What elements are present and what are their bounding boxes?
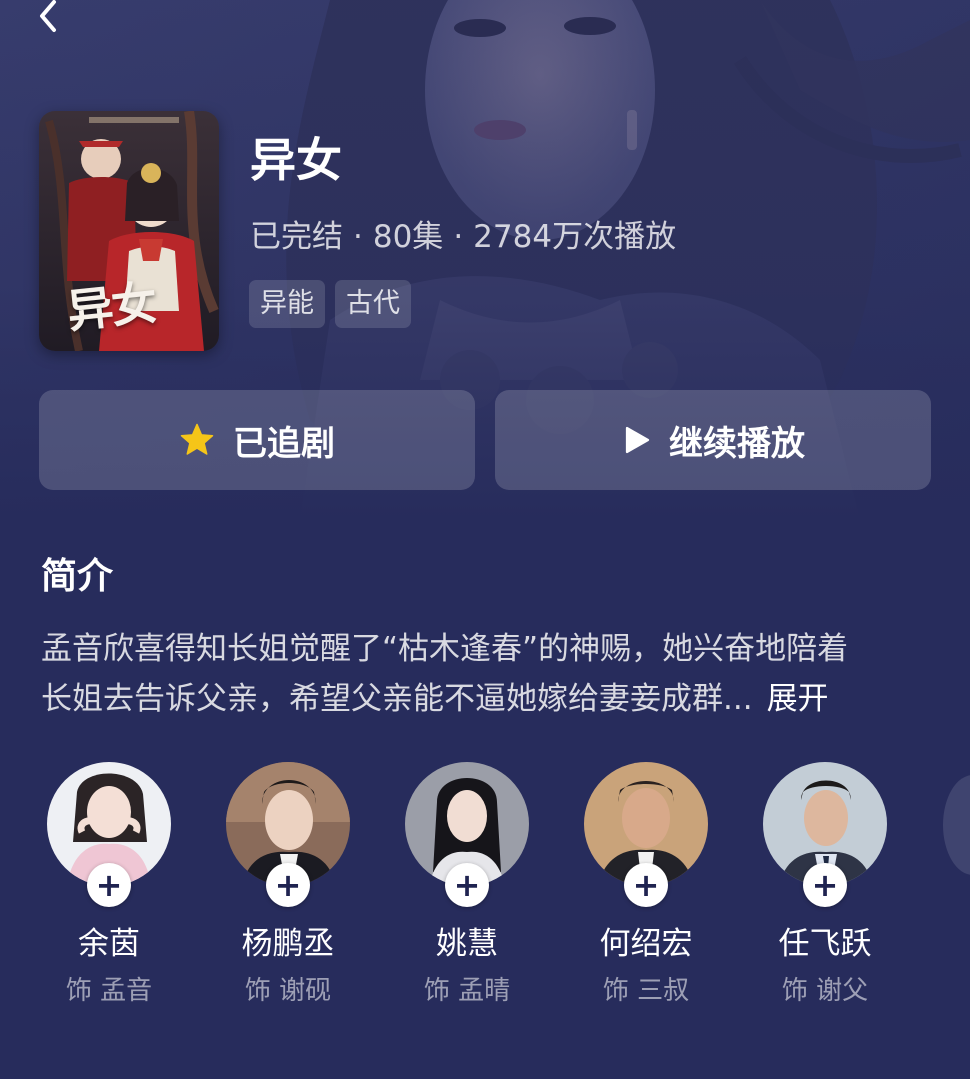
back-button[interactable] [30, 0, 80, 40]
intro-heading: 简介 [41, 556, 114, 597]
cast-member[interactable]: + 余茵 饰 孟音 [47, 762, 171, 1006]
status-text: 已完结 [250, 219, 343, 255]
meta-separator: · [453, 219, 464, 255]
cast-member[interactable]: + 姚慧 饰 孟晴 [405, 762, 529, 1006]
play-count: 2784万次播放 [473, 219, 677, 255]
continue-play-button[interactable]: 继续播放 [495, 390, 931, 490]
cast-role: 饰 孟晴 [423, 976, 511, 1006]
cast-member[interactable]: + 任飞跃 饰 谢父 [763, 762, 887, 1006]
drama-title: 异女 [250, 133, 342, 187]
star-icon [180, 423, 214, 455]
cast-name: 杨鹏丞 [241, 926, 335, 962]
play-icon [625, 426, 650, 454]
cast-name: 任飞跃 [778, 926, 872, 962]
plus-icon[interactable]: + [624, 863, 668, 907]
cast-name: 余茵 [78, 926, 140, 962]
episode-count: 80集 [372, 219, 444, 255]
drama-detail-page: 异女 异女 已完结 · 80集 · 2784万次播放 异能 古代 已追剧 继续播放 简介… [0, 0, 970, 1079]
cast-list: + 余茵 饰 孟音 + 杨鹏丞 饰 谢砚 + 姚慧 饰 孟晴 + 何绍宏 饰 三… [47, 762, 970, 1022]
meta-separator: · [353, 219, 363, 255]
plus-icon[interactable]: + [445, 863, 489, 907]
cast-member[interactable]: + 何绍宏 饰 三叔 [584, 762, 708, 1006]
follow-button[interactable]: 已追剧 [39, 390, 475, 490]
poster-title-art: 异女 [64, 275, 158, 339]
cast-role: 饰 谢砚 [244, 976, 332, 1006]
genre-tag[interactable]: 古代 [335, 280, 411, 328]
plus-icon[interactable]: + [266, 863, 310, 907]
expand-link[interactable]: 展开 [767, 681, 829, 717]
genre-tag[interactable]: 异能 [249, 280, 325, 328]
follow-button-label: 已追剧 [233, 423, 335, 464]
intro-text: 孟音欣喜得知长姐觉醒了“枯木逢春”的神赐，她兴奋地陪着 长姐去告诉父亲，希望父亲… [41, 624, 931, 724]
plus-icon[interactable]: + [803, 863, 847, 907]
cast-member[interactable]: + 杨鹏丞 饰 谢砚 [226, 762, 350, 1006]
intro-line-2-wrapper: 长姐去告诉父亲，希望父亲能不逼她嫁给妻妾成群... 展开 [41, 674, 931, 724]
drama-poster[interactable]: 异女 [39, 111, 219, 351]
cast-role: 饰 谢父 [781, 976, 869, 1006]
cast-role: 饰 孟音 [65, 976, 153, 1006]
chevron-left-icon [40, 0, 56, 32]
drama-meta: 已完结 · 80集 · 2784万次播放 [250, 215, 676, 259]
continue-play-label: 继续播放 [669, 423, 805, 464]
plus-icon[interactable]: + [87, 863, 131, 907]
cast-name: 何绍宏 [599, 926, 693, 962]
cast-name: 姚慧 [436, 926, 498, 962]
cast-role: 饰 三叔 [602, 976, 690, 1006]
tag-list: 异能 古代 [249, 280, 411, 328]
intro-line-1: 孟音欣喜得知长姐觉醒了“枯木逢春”的神赐，她兴奋地陪着 [41, 631, 849, 667]
intro-line-2: 长姐去告诉父亲，希望父亲能不逼她嫁给妻妾成群... [41, 681, 753, 717]
